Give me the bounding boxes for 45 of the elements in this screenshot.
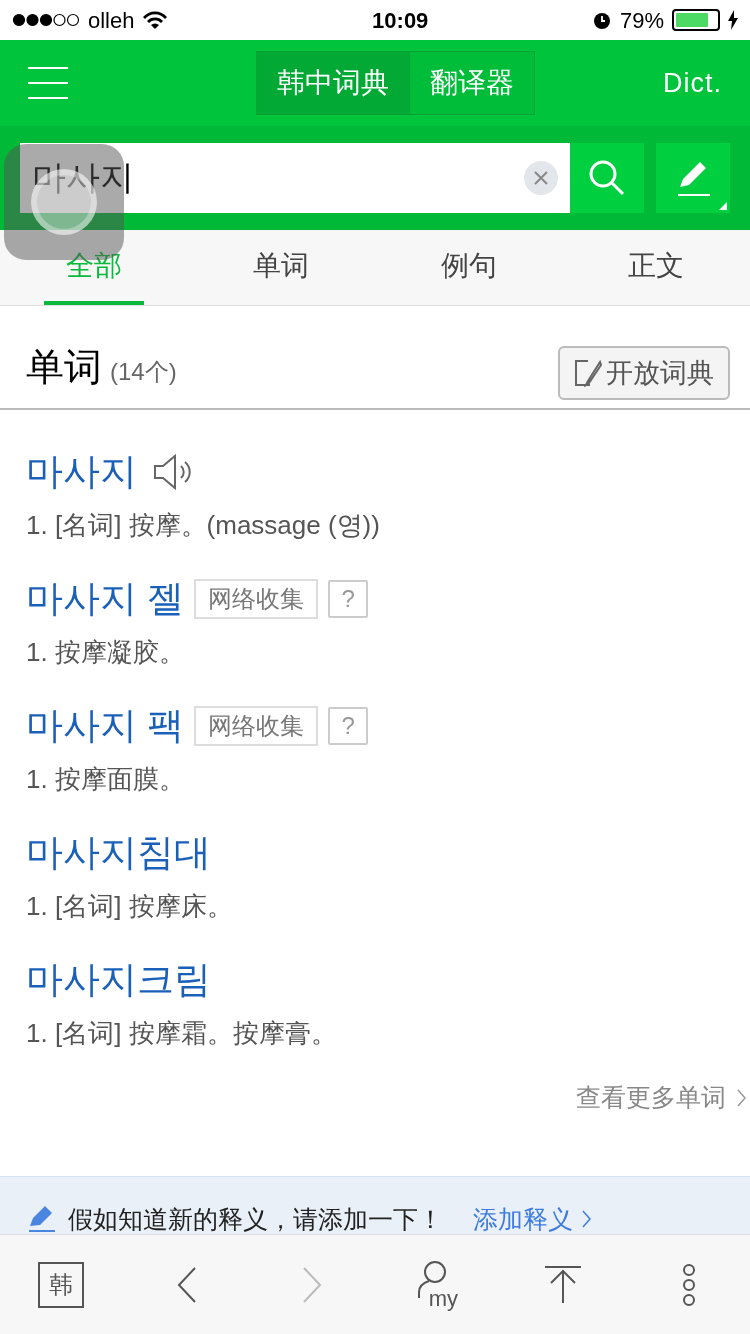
result-count: (14个) xyxy=(110,357,177,387)
wifi-icon xyxy=(142,10,169,30)
search-field[interactable]: 마사지 xyxy=(20,143,524,213)
source-tag: 网络收集 xyxy=(194,579,319,619)
entry-definition: 1. [名词] 按摩。(massage (영)) xyxy=(26,509,381,542)
my-button[interactable]: my xyxy=(414,1259,461,1310)
brand-label: Dict. xyxy=(663,66,722,100)
section-title: 单词 xyxy=(26,345,102,390)
carrier-name: olleh xyxy=(88,6,135,35)
edit-icon xyxy=(574,359,602,387)
more-icon xyxy=(681,1262,696,1307)
signal-icon xyxy=(12,13,80,27)
charging-icon xyxy=(728,10,738,30)
entry-headword[interactable]: 마사지침대 xyxy=(26,825,211,881)
entry-definition: 1. [名词] 按摩床。 xyxy=(26,890,234,923)
battery-icon xyxy=(672,9,720,31)
clear-icon[interactable] xyxy=(524,161,558,195)
clock-time: 10:09 xyxy=(372,6,429,35)
menu-icon[interactable] xyxy=(28,66,68,100)
pencil-icon xyxy=(28,1204,56,1232)
chevron-right-icon xyxy=(736,1087,746,1108)
result-tab[interactable]: 正文 xyxy=(562,230,750,305)
entry-headword[interactable]: 마사지크림 xyxy=(26,952,211,1008)
language-button[interactable]: 韩 xyxy=(38,1261,84,1308)
alarm-icon xyxy=(591,10,612,30)
banner-text: 假如知道新的释义，请添加一下！ xyxy=(68,1204,443,1234)
entry-headword[interactable]: 마사지 xyxy=(26,444,137,500)
add-definition-link[interactable]: 添加释义 xyxy=(473,1204,591,1234)
result-tab[interactable]: 单词 xyxy=(187,230,375,305)
result-tab[interactable]: 例句 xyxy=(375,230,563,305)
source-tag: 网络收集 xyxy=(194,706,319,746)
entry-definition: 1. 按摩面膜。 xyxy=(26,763,186,796)
handwriting-button[interactable] xyxy=(656,143,730,213)
arrow-up-icon xyxy=(543,1264,584,1305)
search-icon xyxy=(588,159,626,197)
chevron-right-icon xyxy=(581,1209,591,1229)
open-dictionary-button[interactable]: 开放词典 xyxy=(558,346,730,400)
search-button[interactable] xyxy=(570,143,644,213)
entry-headword[interactable]: 마사지 팩 xyxy=(26,698,185,754)
entry-definition: 1. [名词] 按摩霜。按摩膏。 xyxy=(26,1017,338,1050)
entry-definition: 1. 按摩凝胶。 xyxy=(26,636,186,669)
entry-headword[interactable]: 마사지 젤 xyxy=(26,571,185,627)
corner-triangle-icon xyxy=(719,202,727,210)
battery-percent: 79% xyxy=(619,6,664,35)
more-words-link[interactable]: 查看更多单词 xyxy=(576,1079,746,1117)
